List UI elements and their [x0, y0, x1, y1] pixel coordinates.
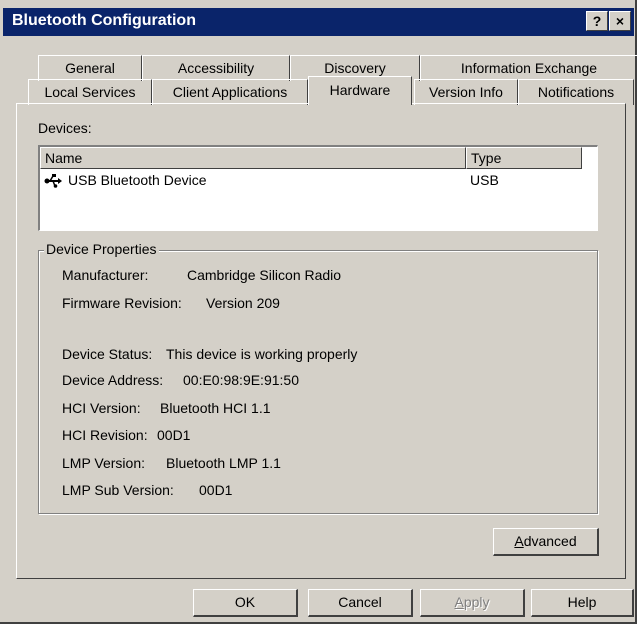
column-header-type[interactable]: Type [466, 147, 582, 169]
tab-accessibility[interactable]: Accessibility [142, 55, 290, 81]
tab-local-services[interactable]: Local Services [28, 79, 152, 105]
firmware-revision-label: Firmware Revision: [62, 295, 182, 311]
manufacturer-value: Cambridge Silicon Radio [187, 267, 342, 283]
apply-accelerator: A [454, 594, 464, 610]
hci-version-value: Bluetooth HCI 1.1 [160, 400, 271, 416]
device-status-label: Device Status: [62, 346, 153, 362]
help-button[interactable]: Help [531, 589, 634, 617]
tab-version-info[interactable]: Version Info [414, 79, 518, 105]
column-header-name[interactable]: Name [40, 147, 466, 169]
list-item[interactable]: USB Bluetooth Device USB [40, 169, 596, 195]
device-type: USB [470, 172, 499, 188]
advanced-label: dvanced [523, 533, 577, 549]
device-properties-legend: Device Properties [44, 241, 159, 257]
tab-notifications[interactable]: Notifications [518, 79, 634, 105]
close-button[interactable]: × [609, 11, 631, 31]
tab-information-exchange[interactable]: Information Exchange [420, 55, 637, 81]
cancel-button[interactable]: Cancel [308, 589, 413, 617]
title-bar[interactable]: Bluetooth Configuration ? × [3, 8, 634, 36]
advanced-button[interactable]: Advanced [493, 528, 599, 556]
lmp-version-label: LMP Version: [62, 455, 146, 471]
device-address-value: 00:E0:98:9E:91:50 [183, 372, 299, 388]
lmp-sub-version-value: 00D1 [199, 482, 233, 498]
ok-button[interactable]: OK [193, 589, 298, 617]
devices-label: Devices: [38, 120, 92, 136]
tab-general[interactable]: General [38, 55, 142, 81]
device-name: USB Bluetooth Device [68, 172, 207, 188]
advanced-accelerator: A [514, 533, 524, 549]
manufacturer-label: Manufacturer: [62, 267, 149, 283]
device-address-label: Device Address: [62, 372, 164, 388]
tab-client-applications[interactable]: Client Applications [152, 79, 308, 105]
help-title-button[interactable]: ? [586, 11, 608, 31]
tab-hardware[interactable]: Hardware [308, 76, 412, 105]
hci-version-label: HCI Version: [62, 400, 141, 416]
hci-revision-label: HCI Revision: [62, 427, 148, 443]
apply-label: pply [463, 594, 490, 610]
lmp-version-value: Bluetooth LMP 1.1 [166, 455, 281, 471]
usb-icon [43, 173, 63, 189]
window-title: Bluetooth Configuration [12, 12, 196, 29]
hci-revision-value: 00D1 [157, 427, 191, 443]
bluetooth-configuration-window: Bluetooth Configuration ? × General Acce… [0, 0, 637, 624]
lmp-sub-version-label: LMP Sub Version: [62, 482, 174, 498]
firmware-revision-value: Version 209 [206, 295, 280, 311]
apply-button[interactable]: Apply [420, 589, 525, 617]
device-status-value: This device is working properly [166, 346, 358, 362]
devices-list[interactable]: Name Type USB Bluetooth Device USB [38, 145, 598, 231]
